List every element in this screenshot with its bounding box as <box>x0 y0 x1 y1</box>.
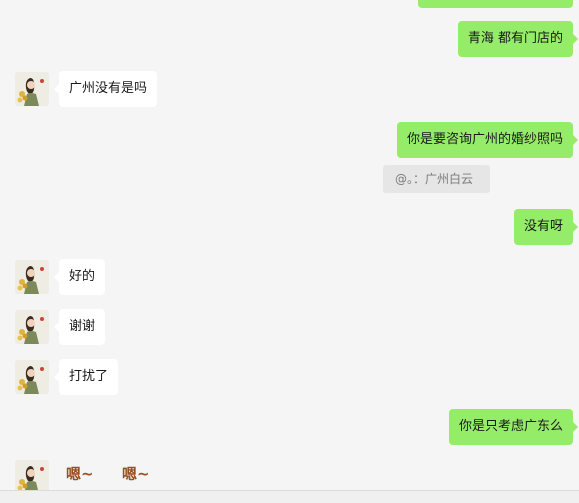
chat-message-area[interactable]: 青海 都有门店的 广州没有是吗 你是要咨询广州的婚纱照吗 @。：广州白云 没有呀 <box>0 0 579 503</box>
sticker-text-right: 嗯~ <box>122 465 150 483</box>
contact-avatar[interactable] <box>15 360 49 394</box>
outgoing-message-bubble[interactable] <box>418 0 573 8</box>
message-text: 好的 <box>69 269 96 284</box>
sticker-text-left: 嗯~ <box>66 465 94 483</box>
contact-avatar[interactable] <box>15 260 49 294</box>
message-text: 谢谢 <box>69 319 96 334</box>
message-text: 你是只考虑广东么 <box>458 419 563 434</box>
contact-avatar[interactable] <box>15 310 49 344</box>
contact-avatar-image <box>15 360 49 394</box>
incoming-message-bubble[interactable]: 谢谢 <box>53 309 106 345</box>
quoted-message[interactable]: @。：广州白云 <box>383 165 490 193</box>
message-text: 青海 都有门店的 <box>467 31 563 46</box>
outgoing-message-bubble[interactable]: 你是只考虑广东么 <box>448 409 579 445</box>
outgoing-message-bubble[interactable]: 青海 都有门店的 <box>457 21 579 57</box>
contact-avatar[interactable] <box>15 460 49 494</box>
incoming-message-bubble[interactable]: 好的 <box>53 259 106 295</box>
message-text: 没有呀 <box>523 219 563 234</box>
incoming-message-bubble[interactable]: 打扰了 <box>53 359 119 395</box>
outgoing-message-bubble[interactable]: 你是要咨询广州的婚纱照吗 <box>396 122 579 158</box>
sticker-message[interactable]: 嗯~ <box>66 463 94 484</box>
contact-avatar-image <box>15 72 49 106</box>
contact-avatar-image <box>15 260 49 294</box>
message-text: 打扰了 <box>69 369 109 384</box>
contact-avatar[interactable] <box>15 72 49 106</box>
quoted-message-text: @。：广州白云 <box>395 172 474 186</box>
sticker-message[interactable]: 嗯~ <box>122 463 150 484</box>
input-area-divider <box>0 490 579 503</box>
message-text: 广州没有是吗 <box>69 81 148 96</box>
contact-avatar-image <box>15 460 49 494</box>
incoming-message-bubble[interactable]: 广州没有是吗 <box>53 71 158 107</box>
outgoing-message-bubble[interactable]: 没有呀 <box>513 209 579 245</box>
message-text: 你是要咨询广州的婚纱照吗 <box>406 132 563 147</box>
contact-avatar-image <box>15 310 49 344</box>
